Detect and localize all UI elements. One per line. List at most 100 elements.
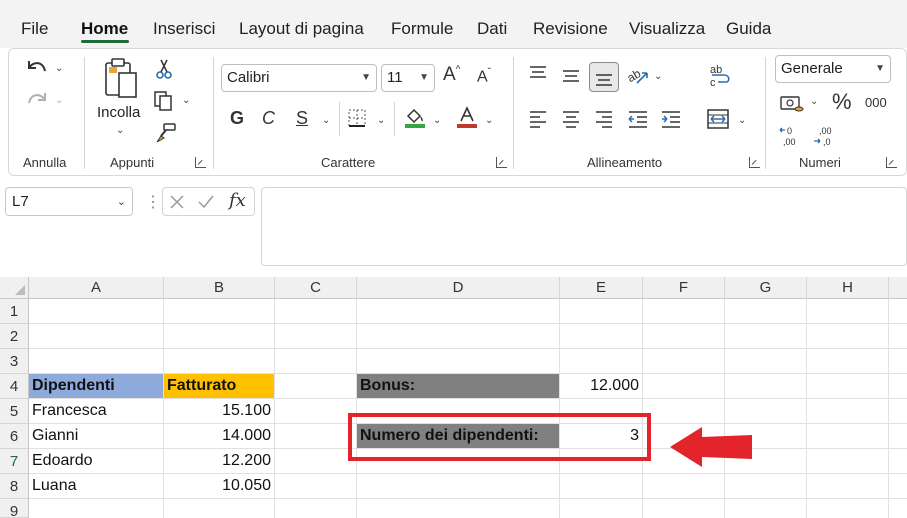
column-header-i[interactable] xyxy=(889,277,907,299)
carattere-launcher-icon[interactable] xyxy=(496,157,507,168)
orientation-dropdown-icon[interactable]: ⌄ xyxy=(654,71,662,82)
tab-guida[interactable]: Guida xyxy=(726,19,771,39)
cell-a5[interactable]: Francesca xyxy=(29,399,164,424)
name-box[interactable]: L7 ⌄ xyxy=(5,187,133,216)
decrease-indent-icon[interactable] xyxy=(627,109,649,129)
paste-dropdown-icon[interactable]: ⌄ xyxy=(116,125,124,136)
cell-a6[interactable]: Gianni xyxy=(29,424,164,449)
cell-b4[interactable]: Fatturato xyxy=(164,374,275,399)
cell-a4[interactable]: Dipendenti xyxy=(29,374,164,399)
redo-icon[interactable] xyxy=(25,89,49,111)
row-header-9[interactable]: 9 xyxy=(0,499,29,518)
increase-decimal-icon[interactable]: 0 ,00 xyxy=(779,125,801,147)
underline-dropdown-icon[interactable]: ⌄ xyxy=(322,115,330,126)
align-middle-icon[interactable] xyxy=(561,67,581,85)
undo-icon[interactable] xyxy=(25,57,49,79)
format-painter-icon[interactable] xyxy=(155,122,177,144)
wrap-text-icon[interactable]: ab c xyxy=(708,63,732,89)
enter-check-icon[interactable] xyxy=(197,194,215,210)
row-header-5[interactable]: 5 xyxy=(0,399,29,424)
tab-layout-di-pagina[interactable]: Layout di pagina xyxy=(239,19,364,39)
thousands-separator-button[interactable]: 000 xyxy=(865,96,887,109)
chevron-down-icon: ⌄ xyxy=(116,196,126,208)
fill-color-icon[interactable] xyxy=(403,105,427,129)
row-header-4[interactable]: 4 xyxy=(0,374,29,399)
copy-icon[interactable] xyxy=(153,90,175,112)
align-left-icon[interactable] xyxy=(528,109,548,129)
row-header-7[interactable]: 7 xyxy=(0,449,29,474)
cell-e4[interactable]: 12.000 xyxy=(560,374,643,399)
row-header-8[interactable]: 8 xyxy=(0,474,29,499)
column-header-h[interactable]: H xyxy=(807,277,889,299)
accounting-format-icon[interactable] xyxy=(779,93,805,115)
tab-visualizza[interactable]: Visualizza xyxy=(629,19,705,39)
tab-formule[interactable]: Formule xyxy=(391,19,453,39)
column-header-a[interactable]: A xyxy=(29,277,164,299)
column-header-e[interactable]: E xyxy=(560,277,643,299)
font-name-combo[interactable]: Calibri ▼ xyxy=(221,64,377,92)
column-header-d[interactable]: D xyxy=(357,277,560,299)
accounting-dropdown-icon[interactable]: ⌄ xyxy=(810,96,818,107)
tab-dati[interactable]: Dati xyxy=(477,19,507,39)
cell-b5[interactable]: 15.100 xyxy=(164,399,275,424)
font-color-dropdown-icon[interactable]: ⌄ xyxy=(485,115,493,126)
allineamento-launcher-icon[interactable] xyxy=(749,157,760,168)
tab-file[interactable]: File xyxy=(21,19,48,39)
copy-dropdown-icon[interactable]: ⌄ xyxy=(182,95,190,106)
percent-style-button[interactable]: % xyxy=(832,91,852,113)
merge-center-icon[interactable] xyxy=(706,108,730,130)
svg-text:,0: ,0 xyxy=(823,137,831,147)
formula-input[interactable] xyxy=(261,187,907,266)
tab-revisione[interactable]: Revisione xyxy=(533,19,608,39)
cell-b6[interactable]: 14.000 xyxy=(164,424,275,449)
undo-dropdown-icon[interactable]: ⌄ xyxy=(55,63,63,74)
group-label-carattere: Carattere xyxy=(321,155,376,170)
align-top-icon[interactable] xyxy=(528,65,548,83)
insert-function-button[interactable]: fx xyxy=(229,190,246,211)
fill-color-dropdown-icon[interactable]: ⌄ xyxy=(433,115,441,126)
column-header-g[interactable]: G xyxy=(725,277,807,299)
underline-button[interactable]: S xyxy=(296,109,308,127)
row-header-3[interactable]: 3 xyxy=(0,349,29,374)
orientation-icon[interactable]: ab xyxy=(625,63,651,87)
row-header-6[interactable]: 6 xyxy=(0,424,29,449)
font-size-combo[interactable]: 11 ▼ xyxy=(381,64,435,92)
increase-indent-icon[interactable] xyxy=(660,109,682,129)
shrink-font-icon[interactable]: Aˇ xyxy=(477,68,491,85)
cut-icon[interactable] xyxy=(155,58,173,80)
cell-b8[interactable]: 10.050 xyxy=(164,474,275,499)
row-header-2[interactable]: 2 xyxy=(0,324,29,349)
select-all-button[interactable] xyxy=(0,277,29,299)
numeri-launcher-icon[interactable] xyxy=(886,157,897,168)
formula-buttons: fx xyxy=(162,187,255,216)
merge-dropdown-icon[interactable]: ⌄ xyxy=(738,115,746,126)
cell-b7[interactable]: 12.200 xyxy=(164,449,275,474)
redo-dropdown-icon[interactable]: ⌄ xyxy=(55,95,63,106)
align-right-icon[interactable] xyxy=(594,109,614,129)
column-header-c[interactable]: C xyxy=(275,277,357,299)
cancel-icon[interactable] xyxy=(169,194,185,210)
paste-button[interactable]: Incolla xyxy=(97,104,140,121)
font-color-icon[interactable] xyxy=(455,105,479,129)
active-tab-indicator xyxy=(81,40,129,43)
number-format-combo[interactable]: Generale ▼ xyxy=(775,55,891,83)
column-header-b[interactable]: B xyxy=(164,277,275,299)
borders-dropdown-icon[interactable]: ⌄ xyxy=(377,115,385,126)
tab-home[interactable]: Home xyxy=(81,19,128,39)
formula-bar-grip-icon[interactable]: ⋮ xyxy=(145,192,161,212)
column-header-f[interactable]: F xyxy=(643,277,725,299)
appunti-launcher-icon[interactable] xyxy=(195,157,206,168)
align-center-icon[interactable] xyxy=(561,109,581,129)
decrease-decimal-icon[interactable]: ,00 ,0 xyxy=(813,125,835,147)
cell-a8[interactable]: Luana xyxy=(29,474,164,499)
italic-button[interactable]: C xyxy=(262,109,275,127)
tab-inserisci[interactable]: Inserisci xyxy=(153,19,215,39)
align-bottom-button[interactable] xyxy=(589,62,619,92)
cell-a7[interactable]: Edoardo xyxy=(29,449,164,474)
cell-d4[interactable]: Bonus: xyxy=(357,374,560,399)
bold-button[interactable]: G xyxy=(230,109,244,127)
borders-icon[interactable] xyxy=(347,108,367,128)
grow-font-icon[interactable]: A^ xyxy=(443,65,460,84)
paste-icon[interactable] xyxy=(103,57,139,101)
row-header-1[interactable]: 1 xyxy=(0,299,29,324)
